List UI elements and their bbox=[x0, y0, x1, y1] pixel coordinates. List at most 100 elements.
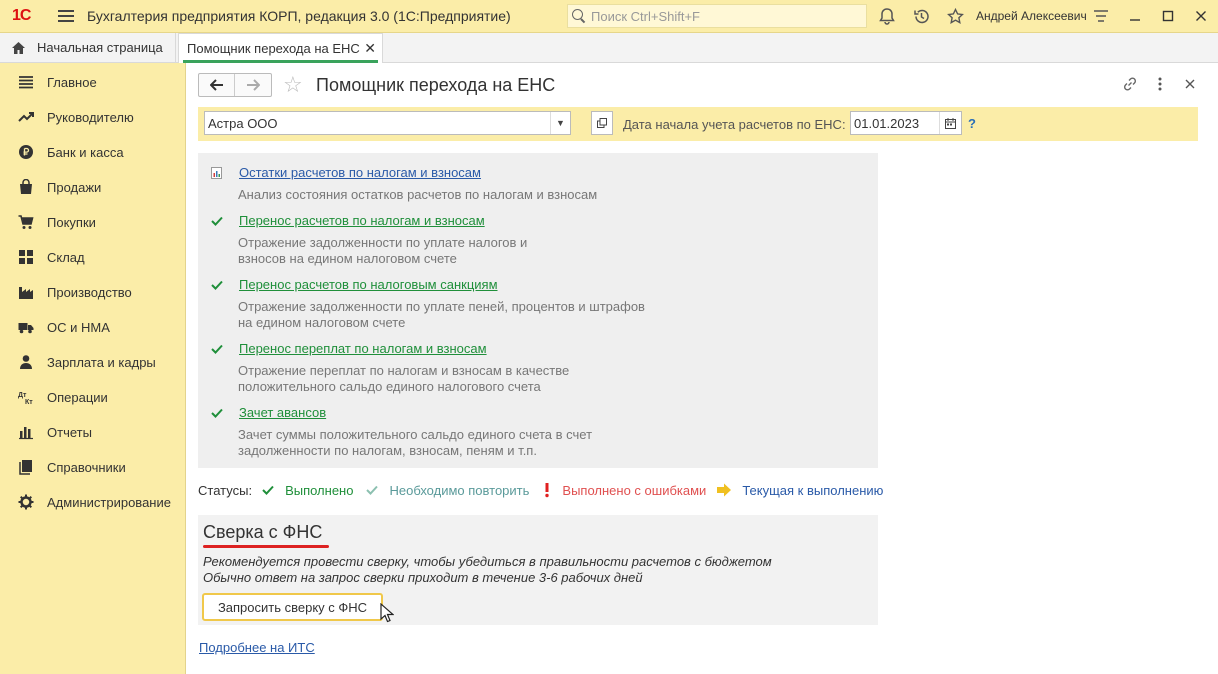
check-icon bbox=[211, 408, 223, 418]
home-icon bbox=[11, 41, 26, 55]
back-button[interactable] bbox=[199, 74, 235, 96]
sidebar-item-label: Покупки bbox=[47, 214, 96, 230]
gear-icon bbox=[18, 494, 34, 510]
person-icon bbox=[20, 355, 32, 369]
close-form-icon[interactable] bbox=[1181, 75, 1199, 93]
bar-chart-icon bbox=[19, 427, 33, 440]
tab-ens-assistant[interactable]: Помощник перехода на ЕНС ✕ bbox=[178, 33, 383, 63]
user-name[interactable]: Андрей Алексеевич bbox=[976, 9, 1087, 23]
svg-text:Дт: Дт bbox=[18, 392, 27, 399]
sidebar-item-label: Банк и касса bbox=[47, 144, 124, 160]
report-icon bbox=[211, 167, 222, 179]
step-link-taxes[interactable]: Перенос расчетов по налогам и взносам bbox=[239, 213, 485, 228]
calendar-icon[interactable] bbox=[939, 112, 961, 134]
filter-bar: Астра ООО ▼ Дата начала учета расчетов п… bbox=[198, 107, 1198, 141]
sidebar-item-label: Склад bbox=[47, 249, 85, 265]
sidebar-item-reports[interactable]: Отчеты bbox=[0, 415, 186, 449]
sidebar-item-production[interactable]: Производство bbox=[0, 275, 186, 309]
step-desc: Отражение переплат по налогам и взносам … bbox=[238, 363, 570, 394]
factory-icon bbox=[19, 287, 33, 299]
app-title: Бухгалтерия предприятия КОРП, редакция 3… bbox=[87, 8, 511, 24]
mouse-cursor-icon bbox=[380, 603, 394, 623]
dt-kt-icon: ДтКт bbox=[18, 392, 33, 405]
sidebar-item-bank[interactable]: Банк и касса bbox=[0, 135, 186, 169]
check-icon bbox=[211, 216, 223, 226]
app-logo: 1С bbox=[12, 7, 31, 24]
more-actions-icon[interactable] bbox=[1151, 75, 1169, 93]
status-repeat: Необходимо повторить bbox=[389, 482, 530, 498]
step-link-overpayments[interactable]: Перенос переплат по налогам и взносам bbox=[239, 341, 487, 356]
minimize-icon[interactable] bbox=[1125, 6, 1145, 26]
sidebar-item-assets[interactable]: ОС и НМА bbox=[0, 310, 186, 344]
settings-menu-icon[interactable] bbox=[1092, 7, 1110, 25]
status-label: Статусы: bbox=[198, 482, 253, 498]
sverka-recommendation: Рекомендуется провести сверку, чтобы убе… bbox=[203, 554, 772, 569]
date-field[interactable]: 01.01.2023 bbox=[850, 111, 962, 135]
step-link-advances[interactable]: Зачет авансов bbox=[239, 405, 326, 420]
link-icon[interactable] bbox=[1121, 75, 1139, 93]
sverka-panel: Сверка с ФНС Рекомендуется провести свер… bbox=[198, 515, 878, 625]
help-button[interactable]: ? bbox=[968, 116, 976, 131]
favorites-star-icon[interactable] bbox=[946, 7, 964, 25]
exclamation-icon bbox=[545, 483, 550, 498]
shopping-bag-icon bbox=[20, 179, 32, 194]
organization-field[interactable]: Астра ООО ▼ bbox=[204, 111, 571, 135]
status-legend: Статусы: Выполнено Необходимо повторить … bbox=[198, 482, 883, 498]
request-sverka-button[interactable]: Запросить сверку с ФНС bbox=[202, 593, 383, 621]
step-desc: Зачет суммы положительного сальдо единог… bbox=[238, 427, 593, 458]
open-organization-button[interactable] bbox=[591, 111, 613, 135]
step-desc: Отражение задолженности по уплате налого… bbox=[238, 235, 528, 266]
title-bar: 1С Бухгалтерия предприятия КОРП, редакци… bbox=[0, 0, 1218, 33]
status-errors: Выполнено с ошибками bbox=[562, 482, 707, 498]
sidebar-item-admin[interactable]: Администрирование bbox=[0, 485, 186, 519]
tab-home-label: Начальная страница bbox=[37, 40, 163, 55]
sidebar-item-label: Руководителю bbox=[47, 109, 134, 125]
bell-icon[interactable] bbox=[878, 7, 896, 25]
form-title: Помощник перехода на ЕНС bbox=[316, 75, 556, 95]
step-desc: Отражение задолженности по уплате пеней,… bbox=[238, 299, 645, 330]
sidebar-item-catalogs[interactable]: Справочники bbox=[0, 450, 186, 484]
ruble-icon bbox=[19, 145, 33, 159]
sidebar-item-warehouse[interactable]: Склад bbox=[0, 240, 186, 274]
nav-buttons bbox=[198, 73, 272, 97]
book-icon bbox=[19, 460, 32, 475]
tab-close-icon[interactable]: ✕ bbox=[364, 40, 376, 57]
tab-home[interactable]: Начальная страница bbox=[0, 33, 176, 62]
step-link-balances[interactable]: Остатки расчетов по налогам и взносам bbox=[239, 165, 481, 180]
sidebar-item-purchases[interactable]: Покупки bbox=[0, 205, 186, 239]
sidebar-item-sales[interactable]: Продажи bbox=[0, 170, 186, 204]
search-input[interactable]: Поиск Ctrl+Shift+F bbox=[567, 4, 867, 28]
arrow-right-icon bbox=[717, 483, 732, 497]
sidebar-item-label: Справочники bbox=[47, 459, 126, 475]
svg-text:Кт: Кт bbox=[25, 399, 33, 405]
sidebar-item-manager[interactable]: Руководителю bbox=[0, 100, 186, 134]
its-link[interactable]: Подробнее на ИТС bbox=[199, 640, 315, 655]
date-label: Дата начала учета расчетов по ЕНС: bbox=[623, 117, 846, 132]
sidebar-item-main[interactable]: Главное bbox=[0, 65, 186, 99]
step-desc: Анализ состояния остатков расчетов по на… bbox=[238, 187, 598, 202]
sidebar-item-label: Зарплата и кадры bbox=[47, 354, 156, 370]
search-icon bbox=[572, 9, 586, 23]
favorite-star-icon[interactable]: ☆ bbox=[283, 72, 303, 98]
forward-button[interactable] bbox=[235, 74, 271, 96]
chevron-down-icon[interactable]: ▼ bbox=[550, 112, 570, 134]
arrow-left-icon bbox=[209, 79, 223, 91]
maximize-icon[interactable] bbox=[1158, 6, 1178, 26]
status-done: Выполнено bbox=[285, 482, 354, 498]
sidebar-item-hr[interactable]: Зарплата и кадры bbox=[0, 345, 186, 379]
sidebar-item-label: Операции bbox=[47, 389, 108, 405]
sidebar-item-label: Производство bbox=[47, 284, 132, 300]
status-current: Текущая к выполнению bbox=[742, 482, 884, 498]
close-window-icon[interactable] bbox=[1191, 6, 1211, 26]
history-icon[interactable] bbox=[912, 7, 930, 25]
sidebar-item-label: Администрирование bbox=[47, 494, 171, 510]
step-link-sanctions[interactable]: Перенос расчетов по налоговым санкциям bbox=[239, 277, 498, 292]
truck-icon bbox=[18, 323, 34, 334]
sidebar-item-operations[interactable]: Дт Кт Операции bbox=[0, 380, 186, 414]
main-menu-icon[interactable] bbox=[58, 10, 74, 22]
sverka-title: Сверка с ФНС bbox=[203, 522, 323, 542]
organization-value: Астра ООО bbox=[208, 115, 278, 131]
sidebar-item-label: ОС и НМА bbox=[47, 319, 110, 335]
grid-icon bbox=[19, 250, 33, 264]
check-icon bbox=[211, 344, 223, 354]
